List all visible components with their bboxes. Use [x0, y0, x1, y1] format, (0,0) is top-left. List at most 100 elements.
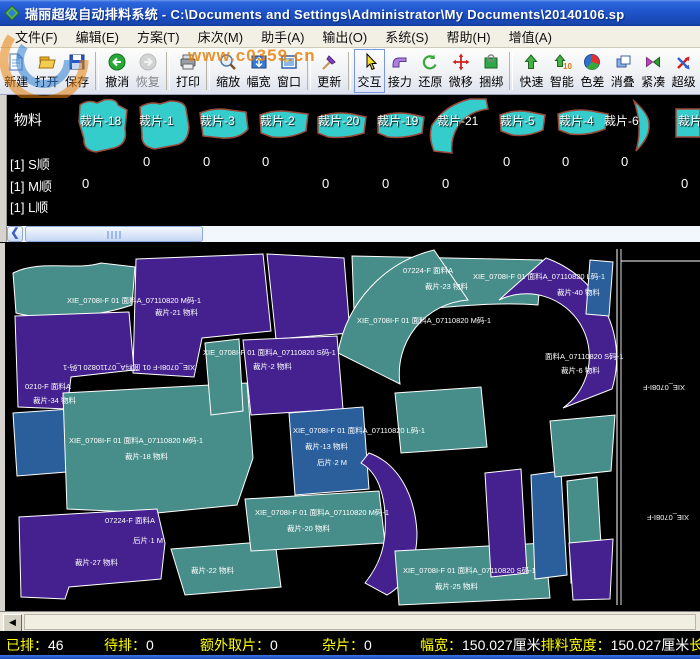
color-sphere-icon: [584, 54, 601, 70]
undo-icon: [108, 53, 126, 71]
marker-piece[interactable]: [266, 253, 351, 340]
status-width-group: 幅宽：150.027厘米排料宽度：150.027厘米长度：265.: [420, 637, 700, 653]
marker-canvas[interactable]: XIE_0708I-F 01 面料A_07110820 M码-1 裁片-21 物…: [0, 243, 700, 611]
save-icon: [69, 54, 85, 70]
marker-label: 裁片-23 物料: [425, 281, 468, 291]
marker-piece[interactable]: [568, 538, 614, 601]
menu-file[interactable]: 文件(F): [6, 25, 67, 48]
relay-hand-icon: [392, 57, 407, 68]
toolbar-label: 微移: [448, 75, 473, 89]
bundle-button[interactable]: 捆绑: [476, 49, 506, 93]
menu-system[interactable]: 系统(S): [376, 25, 437, 48]
marker-piece[interactable]: [394, 386, 488, 454]
marker-label: 裁片-25 物料: [435, 581, 478, 591]
piece-label[interactable]: 裁片-19: [377, 112, 418, 129]
piece-label[interactable]: 裁片-4: [559, 112, 594, 129]
canvas-scrollbar[interactable]: ◀: [0, 611, 700, 632]
marker-label: 0210-F 面料A: [25, 381, 71, 391]
toolbar-label: 幅宽: [246, 75, 271, 89]
zoom-icon: [220, 54, 237, 70]
marker-piece[interactable]: [484, 468, 528, 578]
app-window: 瑞丽超级自动排料系统 - C:\Documents and Settings\A…: [0, 0, 700, 659]
svg-text:10: 10: [563, 62, 572, 71]
interact-button[interactable]: 交互: [354, 49, 385, 93]
scroll-left-button[interactable]: ◀: [3, 614, 22, 632]
marker-piece[interactable]: [549, 414, 616, 478]
menu-help[interactable]: 帮助(H): [438, 25, 500, 48]
marker-piece[interactable]: [530, 470, 568, 580]
fast-arrow-icon: [524, 54, 539, 69]
menu-bed[interactable]: 床次(M): [189, 25, 253, 48]
scrollbar-thumb[interactable]: [25, 226, 203, 242]
marker-label: 面料A_07110820 S码-1: [545, 351, 623, 361]
menu-bar: 文件(F) 编辑(E) 方案(T) 床次(M) 助手(A) 输出(O) 系统(S…: [0, 26, 700, 48]
scrollbar-track[interactable]: [24, 614, 696, 630]
toolbar-label: 快速: [519, 75, 544, 89]
menu-edit[interactable]: 编辑(E): [67, 25, 128, 48]
piece-list-panel: 物料 裁片-18 裁片-1 裁片-3 裁片-2 裁片-20 裁片-19 裁片-2…: [0, 95, 700, 226]
marker-label-mirrored: XIE_0708I-F: [646, 513, 689, 522]
marker-label: 07224-F 面料A: [403, 265, 453, 275]
redo-button[interactable]: 恢复: [133, 49, 163, 93]
piece-label[interactable]: 裁片-3: [200, 112, 235, 129]
super-button[interactable]: 超级: [668, 49, 698, 93]
marker-label: 裁片-40 物料: [557, 287, 600, 297]
marker-svg[interactable]: XIE_0708I-F 01 面料A_07110820 M码-1 裁片-21 物…: [5, 243, 700, 611]
print-icon: [180, 54, 196, 70]
qty-cell: 0: [143, 154, 151, 169]
toolbar-separator: [347, 52, 352, 90]
piece-label[interactable]: 裁片-18: [80, 112, 121, 129]
relay-button[interactable]: 接力: [385, 49, 415, 93]
qty-cell: 0: [503, 154, 511, 169]
piece-label[interactable]: 裁片-6: [604, 112, 639, 129]
piece-list-scrollbar[interactable]: ❮: [7, 226, 700, 242]
marker-label: 裁片-21 物料: [155, 307, 198, 317]
marker-label: XIE_0708I-F 01 面料A_07110820 M码-1: [357, 315, 491, 325]
piece-label[interactable]: 裁片: [678, 112, 700, 129]
zoom-button[interactable]: 缩放: [213, 49, 243, 93]
marker-piece[interactable]: [288, 406, 370, 496]
colordiff-button[interactable]: 色差: [577, 49, 607, 93]
piece-label[interactable]: 裁片-2: [260, 112, 295, 129]
smart-button[interactable]: 10 智能: [547, 49, 577, 93]
new-button[interactable]: 新建: [1, 49, 31, 93]
toolbar-label: 紧凑: [641, 75, 666, 89]
update-button[interactable]: 更新: [314, 49, 344, 93]
toolbar-label: 窗口: [277, 75, 302, 89]
piece-label[interactable]: 裁片-5: [500, 112, 535, 129]
overlap-button[interactable]: 消叠: [608, 49, 638, 93]
piece-label[interactable]: 裁片-1: [139, 112, 174, 129]
toolbar-label: 捆绑: [479, 75, 504, 89]
status-pending: 待排：0: [104, 637, 154, 653]
marker-piece[interactable]: [12, 262, 136, 318]
size-row-label: [1] M顺: [10, 179, 52, 194]
print-button[interactable]: 打印: [173, 49, 203, 93]
piece-label[interactable]: 裁片-20: [318, 112, 359, 129]
undo-button[interactable]: 撤消: [102, 49, 132, 93]
toolbar-label: 更新: [317, 75, 342, 89]
qty-cell: 0: [562, 154, 570, 169]
toolbar-label: 交互: [357, 75, 382, 89]
title-bar[interactable]: 瑞丽超级自动排料系统 - C:\Documents and Settings\A…: [0, 0, 700, 26]
fast-button[interactable]: 快速: [516, 49, 546, 93]
marker-label: 裁片-6 物料: [561, 365, 600, 375]
toolbar-label: 智能: [549, 75, 574, 89]
menu-output[interactable]: 输出(O): [313, 25, 376, 48]
marker-label: 后片·2 M: [317, 457, 347, 467]
menu-assistant[interactable]: 助手(A): [252, 25, 313, 48]
save-button[interactable]: 保存: [62, 49, 92, 93]
menu-plan[interactable]: 方案(T): [128, 25, 189, 48]
nudge-button[interactable]: 微移: [446, 49, 476, 93]
restore-button[interactable]: 还原: [415, 49, 445, 93]
window-button[interactable]: 窗口: [274, 49, 304, 93]
window-bottom-border: [0, 655, 700, 659]
menu-value[interactable]: 增值(A): [500, 25, 561, 48]
width-button[interactable]: 幅宽: [243, 49, 273, 93]
open-button[interactable]: 打开: [31, 49, 61, 93]
toolbar-separator: [509, 52, 514, 90]
scroll-left-button[interactable]: ❮: [7, 226, 23, 242]
piece-label[interactable]: 裁片-21: [437, 112, 478, 129]
compact-button[interactable]: 紧凑: [638, 49, 668, 93]
marker-piece[interactable]: [244, 490, 386, 552]
bundle-puzzle-icon: [484, 54, 498, 69]
